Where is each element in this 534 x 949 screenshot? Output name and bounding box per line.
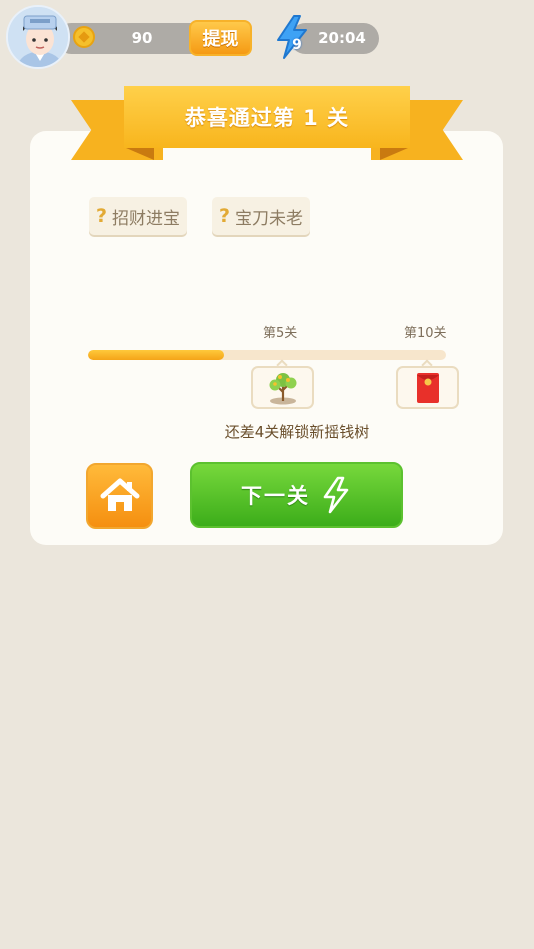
reward-slot-5[interactable] [251,366,314,409]
level-complete-title: 恭喜通过第 1 关 [184,106,350,130]
player-avatar[interactable] [6,5,70,69]
home-button[interactable] [86,463,153,529]
next-level-label: 下一关 [241,484,310,508]
idiom-chip[interactable]: ? 招财进宝 [89,197,188,235]
gold-coin-icon [73,26,95,48]
avatar-portrait-icon [8,7,68,67]
level-progress-bar [88,350,446,360]
level-progress-fill [88,350,225,360]
reward-slot-10[interactable] [396,366,459,409]
question-mark-icon: ? [219,205,231,227]
milestone-label-10: 第10关 [404,326,447,341]
idiom-chip[interactable]: ? 宝刀未老 [212,197,311,235]
idiom-text: 宝刀未老 [235,208,304,229]
red-envelope-icon [417,373,439,403]
unlock-hint: 还差4关解锁新摇钱树 [224,423,370,441]
question-mark-icon: ? [96,205,108,227]
milestone-label-5: 第5关 [263,326,298,341]
energy-timer: 20:04 [318,29,366,47]
idiom-text: 招财进宝 [112,208,181,229]
energy-count: 9 [292,37,302,53]
home-icon [100,478,139,511]
lightning-outline-icon [323,476,349,514]
money-tree-icon [269,373,297,405]
next-level-button[interactable]: 下一关 [190,462,403,528]
coin-count: 90 [131,29,153,47]
withdraw-button[interactable]: 提现 [189,20,252,56]
title-ribbon: 恭喜通过第 1 关 [124,86,410,148]
